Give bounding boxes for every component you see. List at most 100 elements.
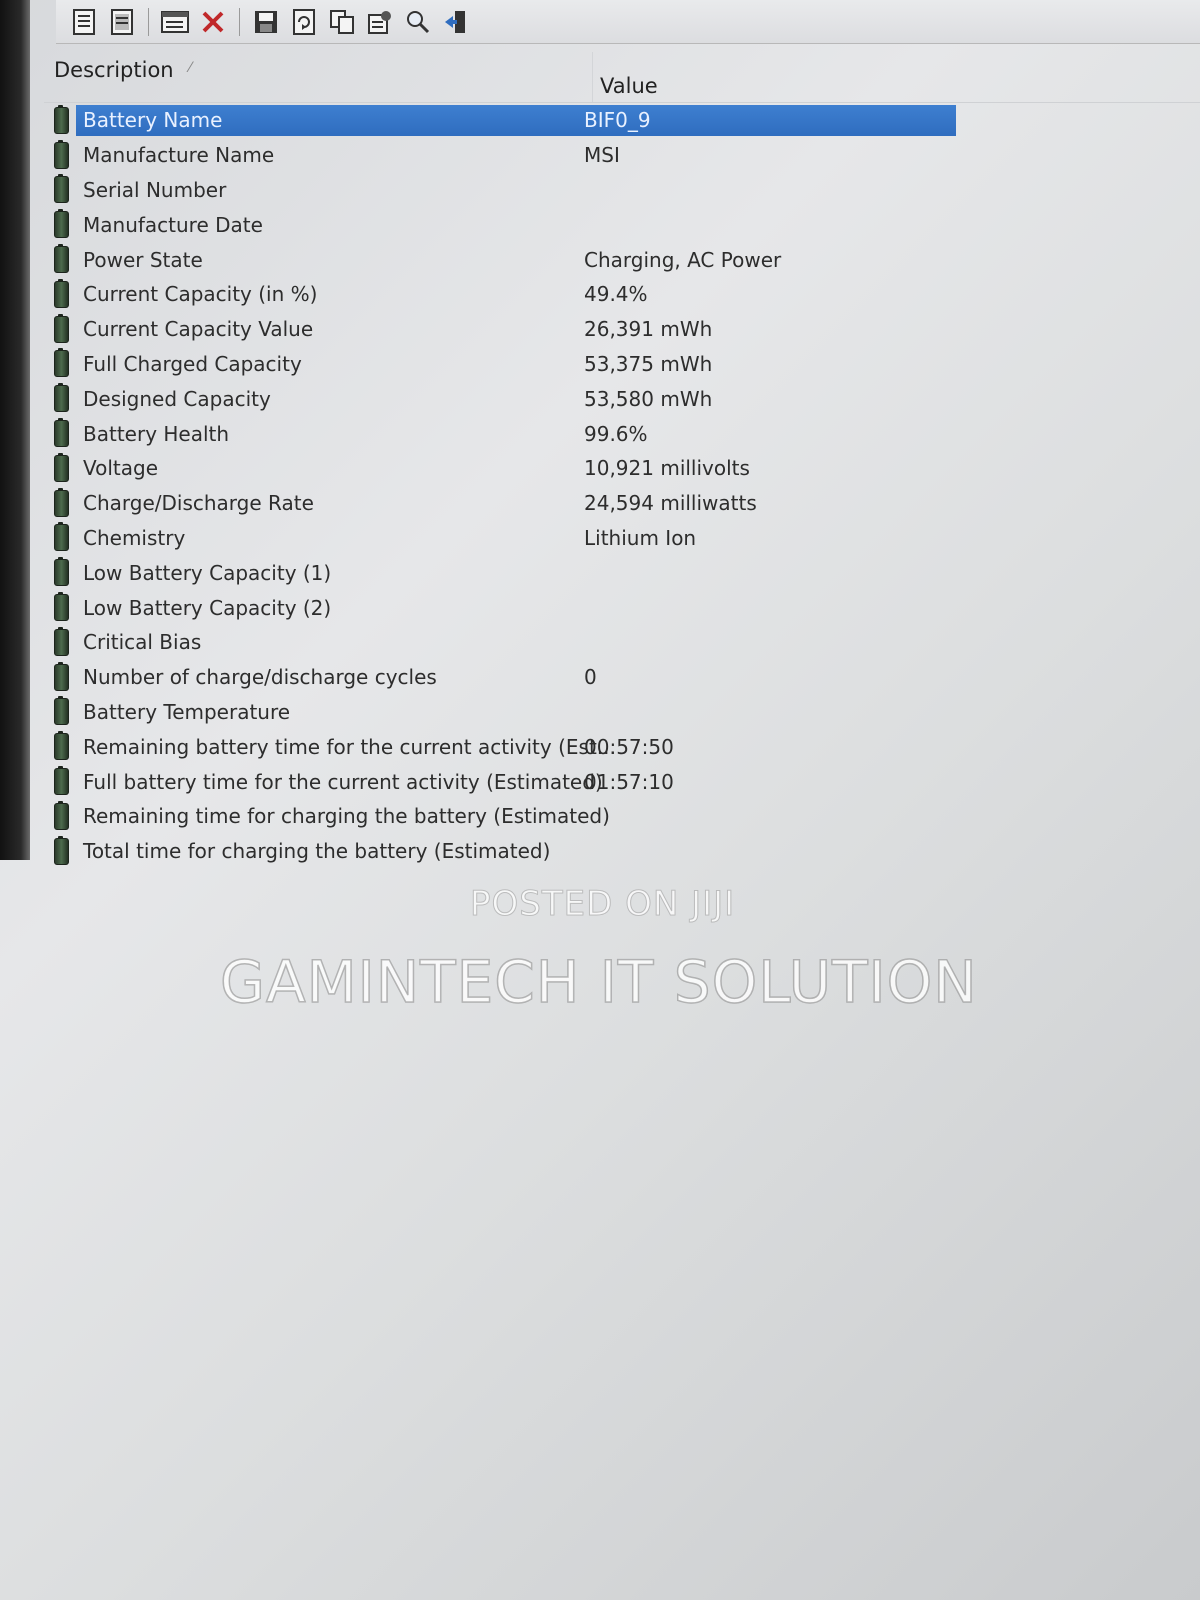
column-header-description[interactable]: Description (54, 58, 174, 82)
battery-info-list: Description ⁄ Value Battery Name BIF0_9 Ma… (44, 52, 1200, 869)
list-item[interactable]: Serial Number (44, 173, 1200, 208)
item-value: 53,580 mWh (584, 386, 713, 411)
list-item[interactable]: Number of charge/discharge cycles 0 (44, 660, 1200, 695)
item-label: Chemistry (83, 525, 186, 550)
battery-icon (54, 452, 69, 482)
list-item[interactable]: Low Battery Capacity (2) (44, 590, 1200, 625)
item-value: 53,375 mWh (584, 351, 713, 376)
copy-icon[interactable] (326, 6, 358, 38)
battery-icon (54, 244, 69, 274)
html-report-all-icon[interactable] (106, 6, 138, 38)
battery-icon (54, 139, 69, 169)
battery-icon (54, 278, 69, 308)
item-value: Charging, AC Power (584, 247, 782, 272)
battery-icon (54, 557, 69, 587)
item-label: Charge/Discharge Rate (83, 491, 314, 516)
item-value: 00:57:50 (584, 734, 674, 759)
item-value: 01:57:10 (584, 769, 674, 794)
save-icon[interactable] (250, 6, 282, 38)
list-item[interactable]: Full Charged Capacity 53,375 mWh (44, 347, 1200, 382)
list-item[interactable]: Battery Health 99.6% (44, 416, 1200, 451)
list-item[interactable]: Critical Bias (44, 625, 1200, 660)
item-label: Voltage (83, 456, 159, 481)
item-label: Remaining battery time for the current a… (83, 734, 616, 759)
item-value: 24,594 milliwatts (584, 491, 757, 516)
watermark-posted-on: POSTED ON JIJI (469, 884, 736, 925)
item-value: BIF0_9 (584, 108, 651, 133)
list-item[interactable]: Current Capacity Value 26,391 mWh (44, 312, 1200, 347)
list-item[interactable]: Full battery time for the current activi… (44, 764, 1200, 799)
list-item[interactable]: Battery Temperature (44, 695, 1200, 730)
screen-bezel (0, 0, 30, 860)
find-icon[interactable] (402, 6, 434, 38)
list-item[interactable]: Battery Name BIF0_9 (44, 103, 1200, 138)
sort-indicator-icon: ⁄ (189, 60, 192, 76)
list-item[interactable]: Chemistry Lithium Ion (44, 521, 1200, 556)
item-value: 99.6% (584, 421, 648, 446)
item-label: Current Capacity (in %) (83, 282, 318, 307)
battery-icon (54, 209, 69, 239)
item-label: Full battery time for the current activi… (83, 769, 603, 794)
item-label: Serial Number (83, 177, 227, 202)
list-item[interactable]: Remaining battery time for the current a… (44, 729, 1200, 764)
delete-x-icon[interactable] (197, 6, 229, 38)
battery-icon (54, 766, 69, 796)
item-value: 0 (584, 665, 597, 690)
list-item[interactable]: Power State Charging, AC Power (44, 242, 1200, 277)
properties-window-icon[interactable] (159, 6, 191, 38)
list-item[interactable]: Manufacture Date (44, 207, 1200, 242)
item-label: Manufacture Date (83, 212, 263, 237)
list-body: Battery Name BIF0_9 Manufacture Name MSI Ser… (44, 103, 1200, 869)
toolbar (56, 0, 1200, 44)
column-header-value[interactable]: Value (600, 74, 658, 98)
item-value: 49.4% (584, 282, 648, 307)
battery-icon (54, 835, 69, 865)
battery-icon (54, 348, 69, 378)
options-icon[interactable] (364, 6, 396, 38)
item-label: Current Capacity Value (83, 317, 314, 342)
list-item[interactable]: Remaining time for charging the battery … (44, 799, 1200, 834)
item-value: 10,921 millivolts (584, 456, 750, 481)
item-value: MSI (584, 143, 620, 168)
list-item[interactable]: Low Battery Capacity (1) (44, 555, 1200, 590)
item-label: Full Charged Capacity (83, 351, 302, 376)
item-label: Battery Health (83, 421, 230, 446)
list-item[interactable]: Designed Capacity 53,580 mWh (44, 381, 1200, 416)
list-item[interactable]: Charge/Discharge Rate 24,594 milliwatts (44, 486, 1200, 521)
battery-icon (54, 174, 69, 204)
exit-icon[interactable] (440, 6, 472, 38)
item-label: Battery Name (83, 108, 223, 133)
column-divider[interactable] (592, 52, 593, 102)
item-label: Manufacture Name (83, 143, 275, 168)
battery-icon (54, 592, 69, 622)
item-label: Power State (83, 247, 203, 272)
watermark-company: GAMINTECH IT SOLUTION (219, 947, 978, 1017)
item-label: Low Battery Capacity (2) (83, 595, 332, 620)
item-label: Designed Capacity (83, 386, 271, 411)
list-item[interactable]: Total time for charging the battery (Est… (44, 834, 1200, 869)
html-report-selected-icon[interactable] (68, 6, 100, 38)
battery-icon (54, 383, 69, 413)
item-label: Battery Temperature (83, 699, 291, 724)
battery-icon (54, 104, 69, 134)
battery-icon (54, 522, 69, 552)
battery-icon (54, 626, 69, 656)
battery-icon (54, 696, 69, 726)
item-value: 26,391 mWh (584, 317, 713, 342)
battery-icon (54, 313, 69, 343)
battery-icon (54, 661, 69, 691)
list-item[interactable]: Voltage 10,921 millivolts (44, 451, 1200, 486)
list-header: Description ⁄ Value (44, 52, 1200, 103)
item-label: Number of charge/discharge cycles (83, 665, 437, 690)
refresh-icon[interactable] (288, 6, 320, 38)
battery-icon (54, 487, 69, 517)
item-label: Total time for charging the battery (Est… (83, 839, 551, 864)
toolbar-separator (239, 7, 240, 36)
battery-icon (54, 418, 69, 448)
toolbar-separator (148, 7, 149, 36)
item-value: Lithium Ion (584, 525, 697, 550)
battery-icon (54, 731, 69, 761)
item-label: Remaining time for charging the battery … (83, 804, 610, 829)
list-item[interactable]: Manufacture Name MSI (44, 138, 1200, 173)
list-item[interactable]: Current Capacity (in %) 49.4% (44, 277, 1200, 312)
